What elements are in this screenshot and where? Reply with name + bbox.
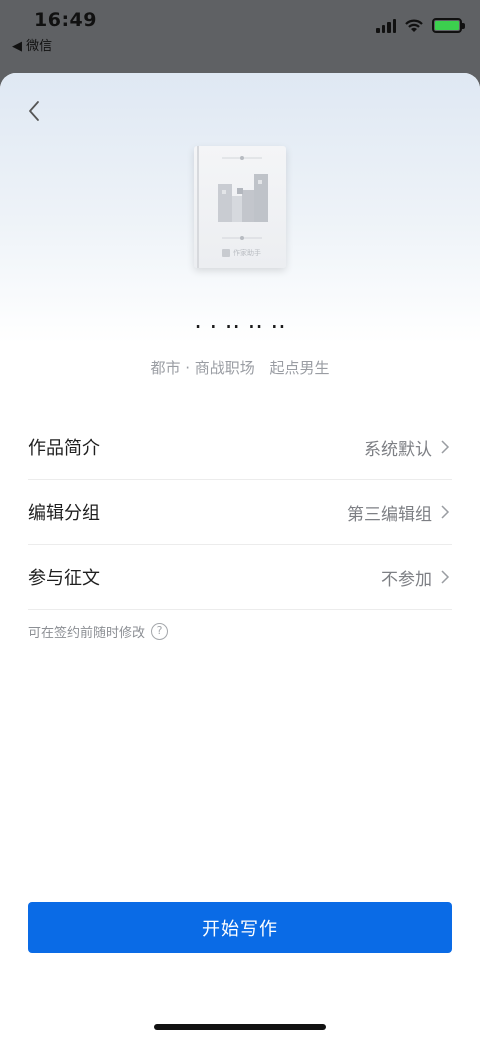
chevron-right-icon	[441, 440, 450, 454]
create-book-sheet: 作家助手 · · ·· ·· ·· 都市 · 商战职场 起点男生 作品简介 系统…	[0, 73, 480, 1039]
modify-hint: 可在签约前随时修改 ?	[28, 622, 169, 641]
book-category: 都市 · 商战职场	[150, 359, 255, 377]
hint-text: 可在签约前随时修改	[28, 626, 146, 641]
cover-ornament-icon	[222, 156, 262, 160]
row-value: 第三编辑组	[347, 504, 432, 525]
back-to-app-link[interactable]: ◀ 微信	[12, 35, 52, 54]
writer-assistant-logo-icon	[222, 249, 230, 257]
question-mark-icon[interactable]: ?	[151, 623, 169, 640]
wifi-icon	[405, 19, 423, 32]
row-value: 不参加	[381, 569, 432, 590]
row-contest[interactable]: 参与征文 不参加	[28, 545, 452, 610]
chevron-right-icon	[441, 570, 450, 584]
book-meta: 都市 · 商战职场 起点男生	[0, 357, 480, 378]
battery-icon	[432, 18, 465, 33]
book-cover: 作家助手	[194, 146, 286, 268]
cover-ornament-icon	[222, 236, 262, 240]
row-label: 编辑分组	[28, 503, 100, 524]
book-channel: 起点男生	[269, 359, 330, 377]
cover-logo-text: 作家助手	[233, 249, 261, 257]
row-book-intro[interactable]: 作品简介 系统默认	[28, 415, 452, 480]
status-time: 16:49	[34, 9, 97, 31]
settings-list: 作品简介 系统默认 编辑分组 第三编辑组 参与征文 不参加	[28, 415, 452, 610]
status-icons	[376, 18, 465, 33]
row-label: 作品简介	[28, 438, 100, 459]
city-illustration-icon	[218, 174, 268, 222]
book-title: · · ·· ·· ··	[194, 313, 286, 341]
row-editor-group[interactable]: 编辑分组 第三编辑组	[28, 480, 452, 545]
row-value: 系统默认	[364, 439, 432, 460]
home-indicator	[154, 1024, 326, 1030]
chevron-right-icon	[441, 505, 450, 519]
start-writing-button[interactable]: 开始写作	[28, 902, 452, 953]
status-bar: 16:49 ◀ 微信	[0, 0, 480, 56]
cellular-signal-icon	[376, 18, 396, 33]
back-chevron-icon[interactable]	[22, 97, 50, 125]
row-label: 参与征文	[28, 568, 100, 589]
cover-logo: 作家助手	[222, 248, 261, 258]
